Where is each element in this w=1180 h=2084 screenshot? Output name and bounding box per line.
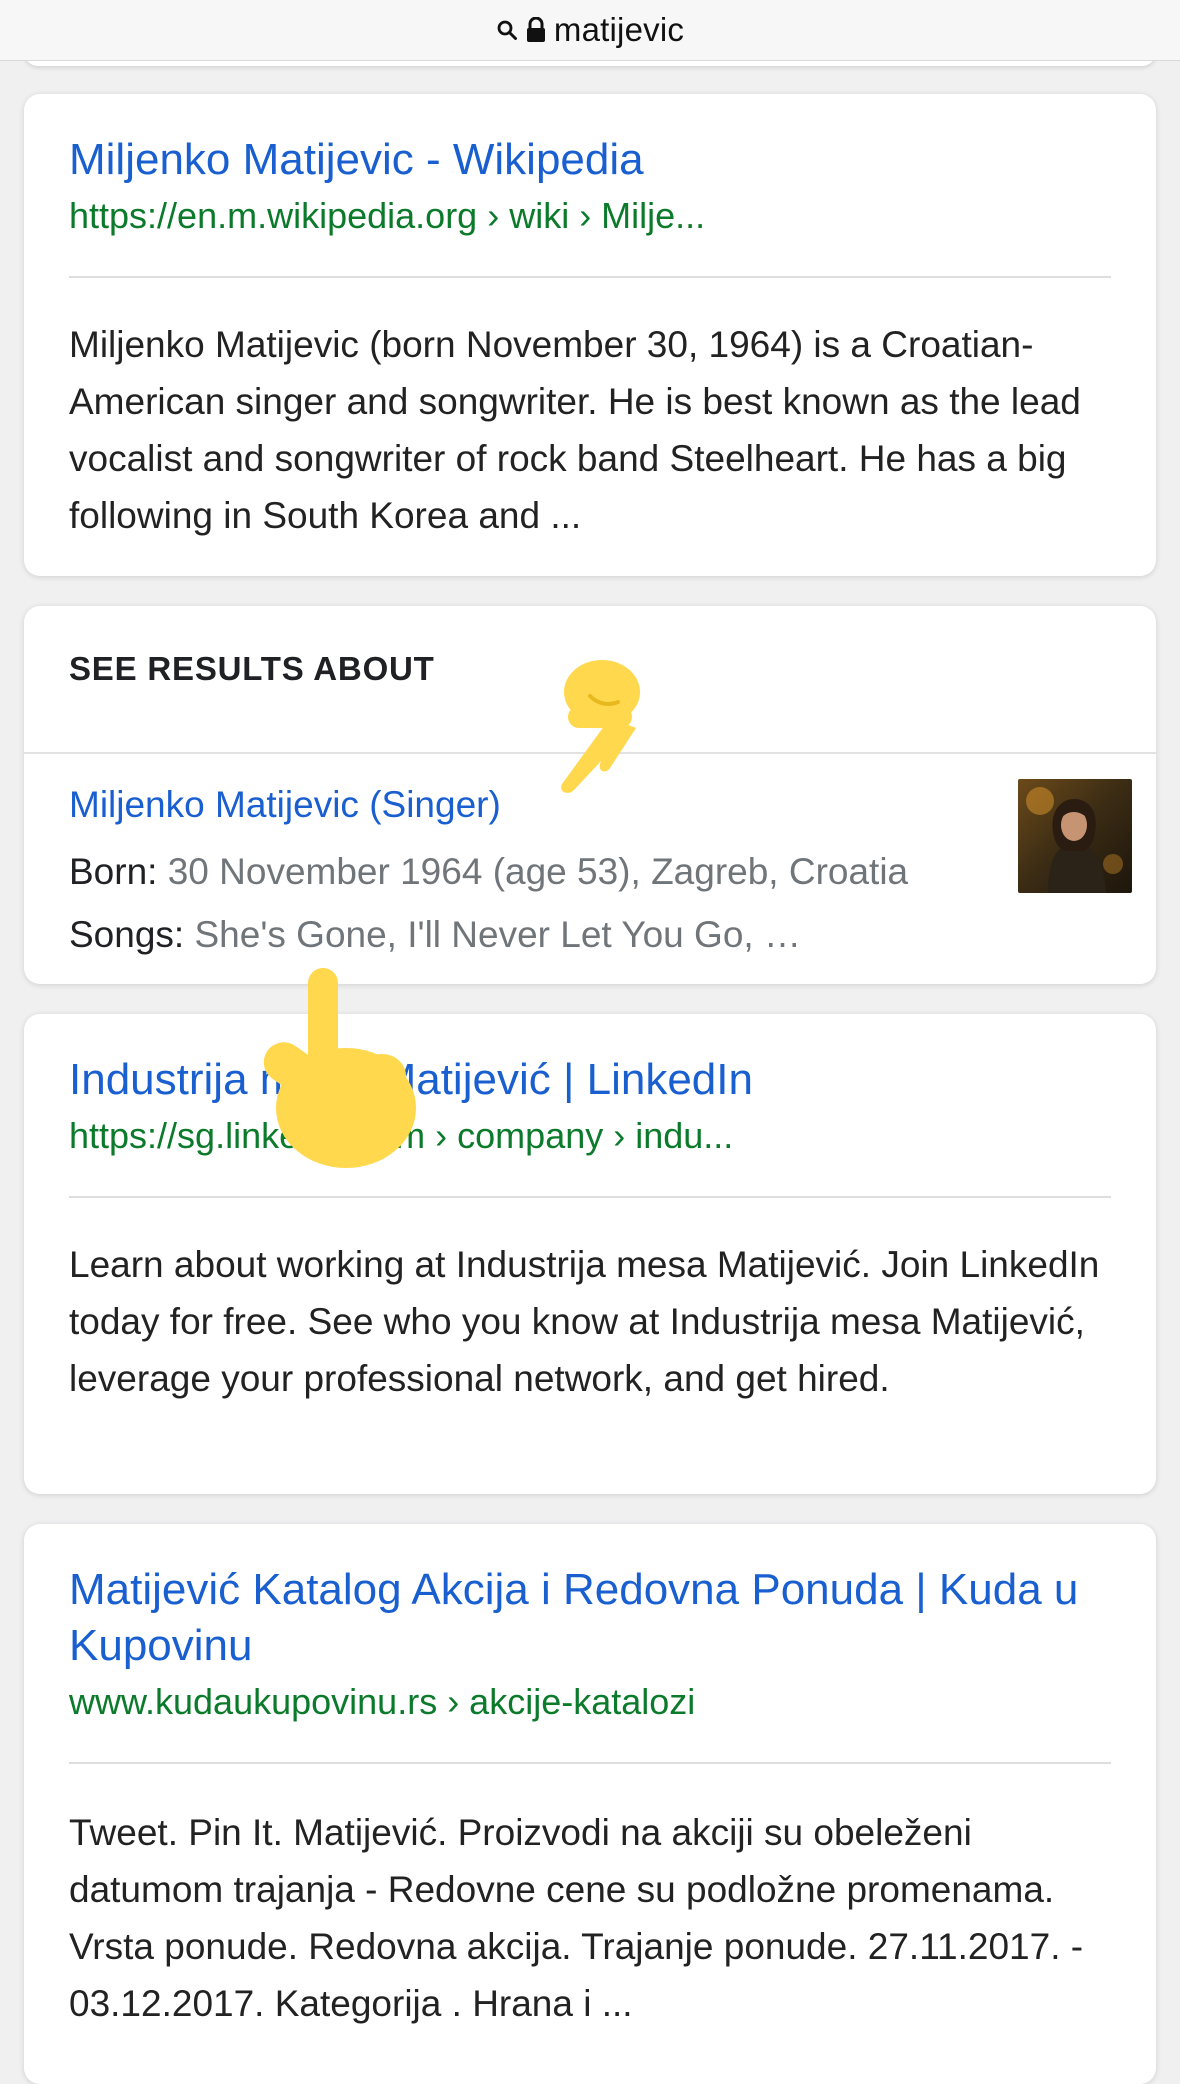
card-divider <box>24 752 1156 754</box>
search-icon <box>496 19 518 41</box>
lock-icon <box>526 17 546 43</box>
entity-title-link[interactable]: Miljenko Matijevic (Singer) <box>69 784 501 826</box>
songs-label: Songs: <box>69 914 185 955</box>
born-label: Born: <box>69 851 158 892</box>
result-card: Industrija mesa Matijević | LinkedIn htt… <box>24 1014 1156 1494</box>
entity-thumbnail[interactable] <box>1018 779 1132 893</box>
card-divider <box>69 1762 1111 1764</box>
result-title-link[interactable]: Industrija mesa Matijević | LinkedIn <box>69 1052 1116 1108</box>
result-snippet: Miljenko Matijevic (born November 30, 19… <box>69 324 1081 536</box>
result-title-link[interactable]: Matijević Katalog Akcija i Redovna Ponud… <box>69 1562 1116 1674</box>
result-url[interactable]: www.kudaukupovinu.rs › akcije-katalozi <box>69 1680 695 1724</box>
entity-songs: Songs: She's Gone, I'll Never Let You Go… <box>69 914 801 956</box>
result-snippet: Tweet. Pin It. Matijević. Proizvodi na a… <box>69 1812 1084 2024</box>
result-card: Miljenko Matijevic - Wikipedia https://e… <box>24 94 1156 576</box>
card-divider <box>69 1196 1111 1198</box>
songs-value: She's Gone, I'll Never Let You Go, … <box>184 914 801 955</box>
result-url[interactable]: https://sg.linkedin.com › company › indu… <box>69 1114 733 1158</box>
address-bar[interactable]: matijevic <box>0 0 1180 61</box>
born-value: 30 November 1964 (age 53), Zagreb, Croat… <box>157 851 909 892</box>
card-divider <box>69 276 1111 278</box>
result-snippet: Learn about working at Industrija mesa M… <box>69 1244 1100 1399</box>
result-title-link[interactable]: Miljenko Matijevic - Wikipedia <box>69 132 1116 188</box>
address-text: matijevic <box>553 11 685 48</box>
result-url[interactable]: https://en.m.wikipedia.org › wiki › Milj… <box>69 194 705 238</box>
see-results-about-card: SEE RESULTS ABOUT Miljenko Matijevic (Si… <box>24 606 1156 984</box>
section-heading: SEE RESULTS ABOUT <box>69 650 435 687</box>
result-card: Matijević Katalog Akcija i Redovna Ponud… <box>24 1524 1156 2084</box>
entity-born: Born: 30 November 1964 (age 53), Zagreb,… <box>69 851 908 893</box>
